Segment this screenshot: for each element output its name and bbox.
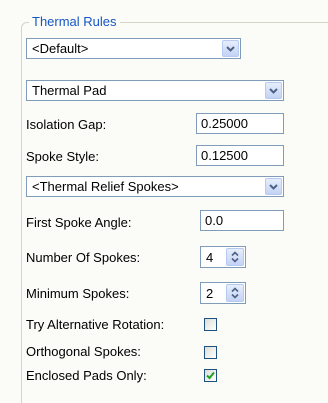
number-of-spokes-stepper[interactable]: 4 <box>200 246 246 268</box>
minimum-spokes-stepper[interactable]: 2 <box>200 282 246 304</box>
isolation-gap-label: Isolation Gap: <box>26 117 107 132</box>
relief-select-value: <Thermal Relief Spokes> <box>32 179 179 194</box>
chevron-down-icon[interactable] <box>265 178 282 195</box>
enclosed-pads-only-checkbox[interactable] <box>204 369 217 382</box>
spoke-style-label: Spoke Style: <box>26 149 99 164</box>
orthogonal-spokes-checkbox[interactable] <box>204 346 217 359</box>
isolation-gap-input[interactable] <box>196 113 284 134</box>
spoke-style-input[interactable] <box>196 145 284 166</box>
spin-up-down-icon[interactable] <box>226 248 244 266</box>
orthogonal-spokes-label: Orthogonal Spokes: <box>26 344 141 359</box>
spin-up-down-icon[interactable] <box>226 284 244 302</box>
try-alternative-rotation-checkbox[interactable] <box>204 318 217 331</box>
try-alternative-rotation-label: Try Alternative Rotation: <box>26 317 165 332</box>
first-spoke-angle-input[interactable] <box>200 210 284 231</box>
relief-select[interactable]: <Thermal Relief Spokes> <box>26 176 284 197</box>
rule-select-value: <Default> <box>32 41 89 56</box>
thermal-type-value: Thermal Pad <box>32 83 107 98</box>
minimum-spokes-label: Minimum Spokes: <box>26 286 130 301</box>
group-title: Thermal Rules <box>29 14 120 30</box>
number-of-spokes-value: 4 <box>206 250 214 265</box>
enclosed-pads-only-label: Enclosed Pads Only: <box>26 368 147 383</box>
chevron-down-icon[interactable] <box>222 40 239 57</box>
check-icon <box>206 371 215 380</box>
minimum-spokes-value: 2 <box>206 286 214 301</box>
rule-select[interactable]: <Default> <box>26 38 241 59</box>
thermal-type-select[interactable]: Thermal Pad <box>26 80 284 101</box>
first-spoke-angle-label: First Spoke Angle: <box>26 215 132 230</box>
number-of-spokes-label: Number Of Spokes: <box>26 250 141 265</box>
chevron-down-icon[interactable] <box>265 82 282 99</box>
